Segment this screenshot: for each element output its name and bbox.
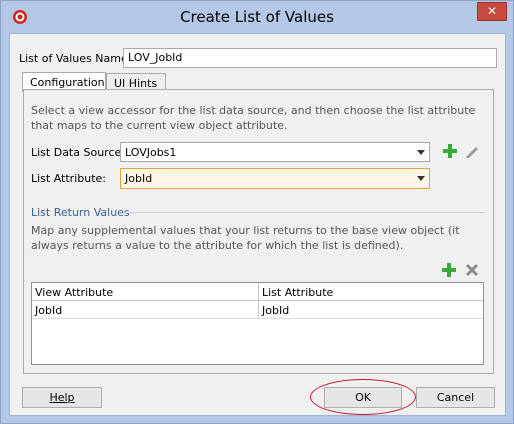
lov-name-label: List of Values Name: bbox=[19, 52, 132, 65]
column-header-view-attribute[interactable]: View Attribute bbox=[32, 283, 258, 301]
return-values-description: Map any supplemental values that your li… bbox=[31, 224, 460, 252]
title-bar: Create List of Values ✕ bbox=[1, 1, 513, 33]
remove-return-value-icon[interactable] bbox=[464, 262, 480, 278]
chevron-down-icon bbox=[417, 150, 425, 155]
config-description: Select a view accessor for the list data… bbox=[31, 104, 476, 132]
add-icon[interactable] bbox=[442, 143, 458, 159]
list-attribute-select[interactable]: JobId bbox=[120, 168, 430, 189]
lov-name-input[interactable]: LOV_JobId bbox=[123, 48, 497, 68]
data-source-label: List Data Source: bbox=[31, 146, 125, 159]
table-cell-view-attribute[interactable]: JobId bbox=[32, 301, 258, 319]
help-button-label: Help bbox=[49, 391, 75, 404]
chevron-down-icon bbox=[417, 176, 425, 181]
list-attribute-label: List Attribute: bbox=[31, 172, 107, 185]
data-source-value: LOVJobs1 bbox=[125, 146, 177, 159]
window-title: Create List of Values bbox=[180, 8, 334, 26]
data-source-select[interactable]: LOVJobs1 bbox=[120, 142, 430, 162]
cancel-button[interactable]: Cancel bbox=[416, 387, 495, 408]
add-return-value-icon[interactable] bbox=[441, 262, 457, 278]
return-values-title: List Return Values bbox=[31, 206, 130, 219]
section-divider bbox=[124, 212, 484, 213]
dialog-body: List of Values Name: LOV_JobId Configura… bbox=[9, 33, 506, 416]
table-cell-list-attribute[interactable]: JobId bbox=[258, 301, 483, 319]
dialog-window: Create List of Values ✕ List of Values N… bbox=[0, 0, 514, 424]
help-button[interactable]: Help bbox=[22, 387, 102, 408]
edit-pencil-icon[interactable] bbox=[464, 143, 480, 159]
return-values-table: View Attribute List Attribute JobId JobI… bbox=[31, 282, 484, 365]
column-header-list-attribute[interactable]: List Attribute bbox=[258, 283, 483, 301]
ok-annotation-circle bbox=[310, 379, 416, 415]
list-attribute-value: JobId bbox=[125, 172, 153, 185]
close-button[interactable]: ✕ bbox=[477, 2, 507, 21]
